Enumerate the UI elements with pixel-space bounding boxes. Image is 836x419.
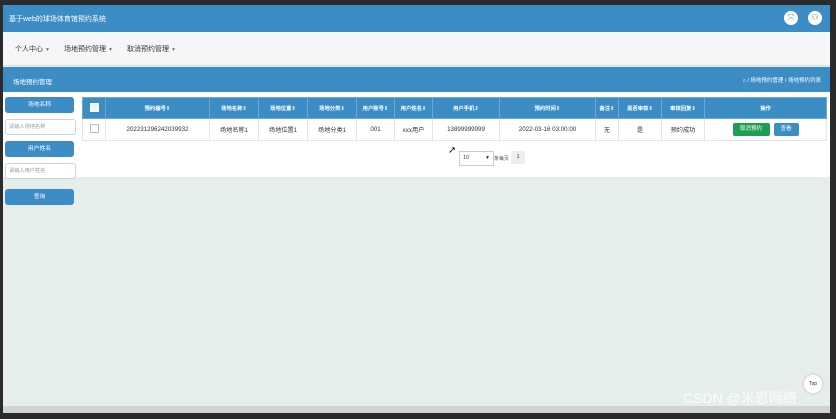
col-header[interactable]: 是否审核⇕ xyxy=(618,97,662,119)
breadcrumb: ⌂ / 场地预约管理 / 场地预约列表 xyxy=(742,78,822,84)
col-header[interactable]: 场地名称⇕ xyxy=(209,97,259,119)
user-icon[interactable]: ⚇ xyxy=(808,11,822,25)
chevron-down-icon: ▼ xyxy=(485,155,490,161)
page-size-value: 10 xyxy=(463,155,470,161)
mouse-cursor-icon: ➚ xyxy=(448,145,457,156)
checkbox-icon[interactable] xyxy=(89,124,99,133)
page-title: 场地预约管理 xyxy=(13,79,52,86)
top-bar: 基于web的球场体育馆预约系统 ⤧ ⚇ xyxy=(3,5,830,32)
page-number-button[interactable]: 1 xyxy=(511,151,525,164)
col-header[interactable]: 场地位置⇕ xyxy=(258,97,308,119)
fullscreen-icon[interactable]: ⤧ xyxy=(784,11,798,25)
menu-label: 个人中心 xyxy=(15,46,43,53)
cell-review-reply: 预约成功 xyxy=(661,118,705,141)
page-size-label: 条每页 xyxy=(494,156,510,162)
chevron-down-icon: ▼ xyxy=(171,47,176,53)
cell-user-name: xxx用户 xyxy=(394,118,433,141)
venue-name-label-button[interactable]: 场地名称 xyxy=(5,97,74,113)
view-button[interactable]: 查看 xyxy=(773,123,799,136)
app-title: 基于web的球场体育馆预约系统 xyxy=(9,16,106,23)
query-button[interactable]: 查询 xyxy=(5,189,74,205)
booking-table: 预约编号⇕ 场地名称⇕ 场地位置⇕ 场地分类⇕ 用户账号⇕ 用户姓名⇕ 用户手机… xyxy=(82,97,827,141)
menu-personal-center[interactable]: 个人中心 ▼ xyxy=(15,44,50,54)
back-to-top-button[interactable]: Top xyxy=(804,375,822,393)
chevron-down-icon: ▼ xyxy=(45,47,50,53)
cancel-booking-button[interactable]: 取消预约 xyxy=(732,123,770,136)
table-header-row: 预约编号⇕ 场地名称⇕ 场地位置⇕ 场地分类⇕ 用户账号⇕ 用户姓名⇕ 用户手机… xyxy=(82,97,827,119)
col-header[interactable]: 场地分类⇕ xyxy=(307,97,357,119)
col-header-actions: 操作 xyxy=(704,97,827,119)
user-name-label-button[interactable]: 用户姓名 xyxy=(5,141,74,157)
col-header[interactable]: 预约时间⇕ xyxy=(499,97,596,119)
cell-booking-id: 202231296242039932 xyxy=(105,118,210,141)
cell-venue-name: 场地名称1 xyxy=(209,118,259,141)
menu-label: 场地预约管理 xyxy=(64,46,106,53)
col-header[interactable]: 用户姓名⇕ xyxy=(394,97,433,119)
user-name-input[interactable]: 请输入用户姓名 xyxy=(5,163,76,179)
col-header[interactable]: 备注⇕ xyxy=(595,97,619,119)
col-header[interactable]: 用户账号⇕ xyxy=(356,97,395,119)
menu-label: 取消预约管理 xyxy=(127,46,169,53)
content-area: 场地名称 请输入场地名称 用户姓名 请输入用户姓名 预约编号⇕ 场地名称⇕ 场地… xyxy=(3,92,830,205)
cell-user-account: 001 xyxy=(356,118,395,141)
app-window: 基于web的球场体育馆预约系统 ⤧ ⚇ 个人中心 ▼ 场地预约管理 ▼ 取消预约管理… xyxy=(3,5,830,413)
table-row: 202231296242039932 场地名称1 场地位置1 场地分类1 001… xyxy=(82,118,827,141)
col-header[interactable]: 预约编号⇕ xyxy=(105,97,210,119)
cell-actions: 取消预约 查看 xyxy=(704,118,827,141)
page-size-select[interactable]: 10 ▼ xyxy=(459,151,494,166)
watermark: CSDN @米恩网络 xyxy=(683,390,797,406)
venue-name-input[interactable]: 请输入场地名称 xyxy=(5,119,76,135)
cell-booking-time: 2022-03-16 03:00:00 xyxy=(499,118,596,141)
menu-venue-booking[interactable]: 场地预约管理 ▼ xyxy=(64,44,113,54)
cell-remark: 无 xyxy=(595,118,619,141)
cell-venue-category: 场地分类1 xyxy=(307,118,357,141)
page-header: 场地预约管理 ⌂ / 场地预约管理 / 场地预约列表 xyxy=(3,67,830,92)
col-header[interactable]: 用户手机⇕ xyxy=(432,97,500,119)
col-header[interactable]: 审核回复⇕ xyxy=(661,97,705,119)
menu-cancel-booking[interactable]: 取消预约管理 ▼ xyxy=(127,44,176,54)
cell-user-phone: 13899999999 xyxy=(432,118,500,141)
cell-venue-location: 场地位置1 xyxy=(258,118,308,141)
cell-reviewed: 是 xyxy=(618,118,662,141)
checkbox-icon[interactable] xyxy=(89,102,99,112)
select-all-checkbox[interactable] xyxy=(82,97,106,119)
row-checkbox[interactable] xyxy=(82,118,106,141)
chevron-down-icon: ▼ xyxy=(108,47,113,53)
menu-bar: 个人中心 ▼ 场地预约管理 ▼ 取消预约管理 ▼ xyxy=(3,32,830,66)
